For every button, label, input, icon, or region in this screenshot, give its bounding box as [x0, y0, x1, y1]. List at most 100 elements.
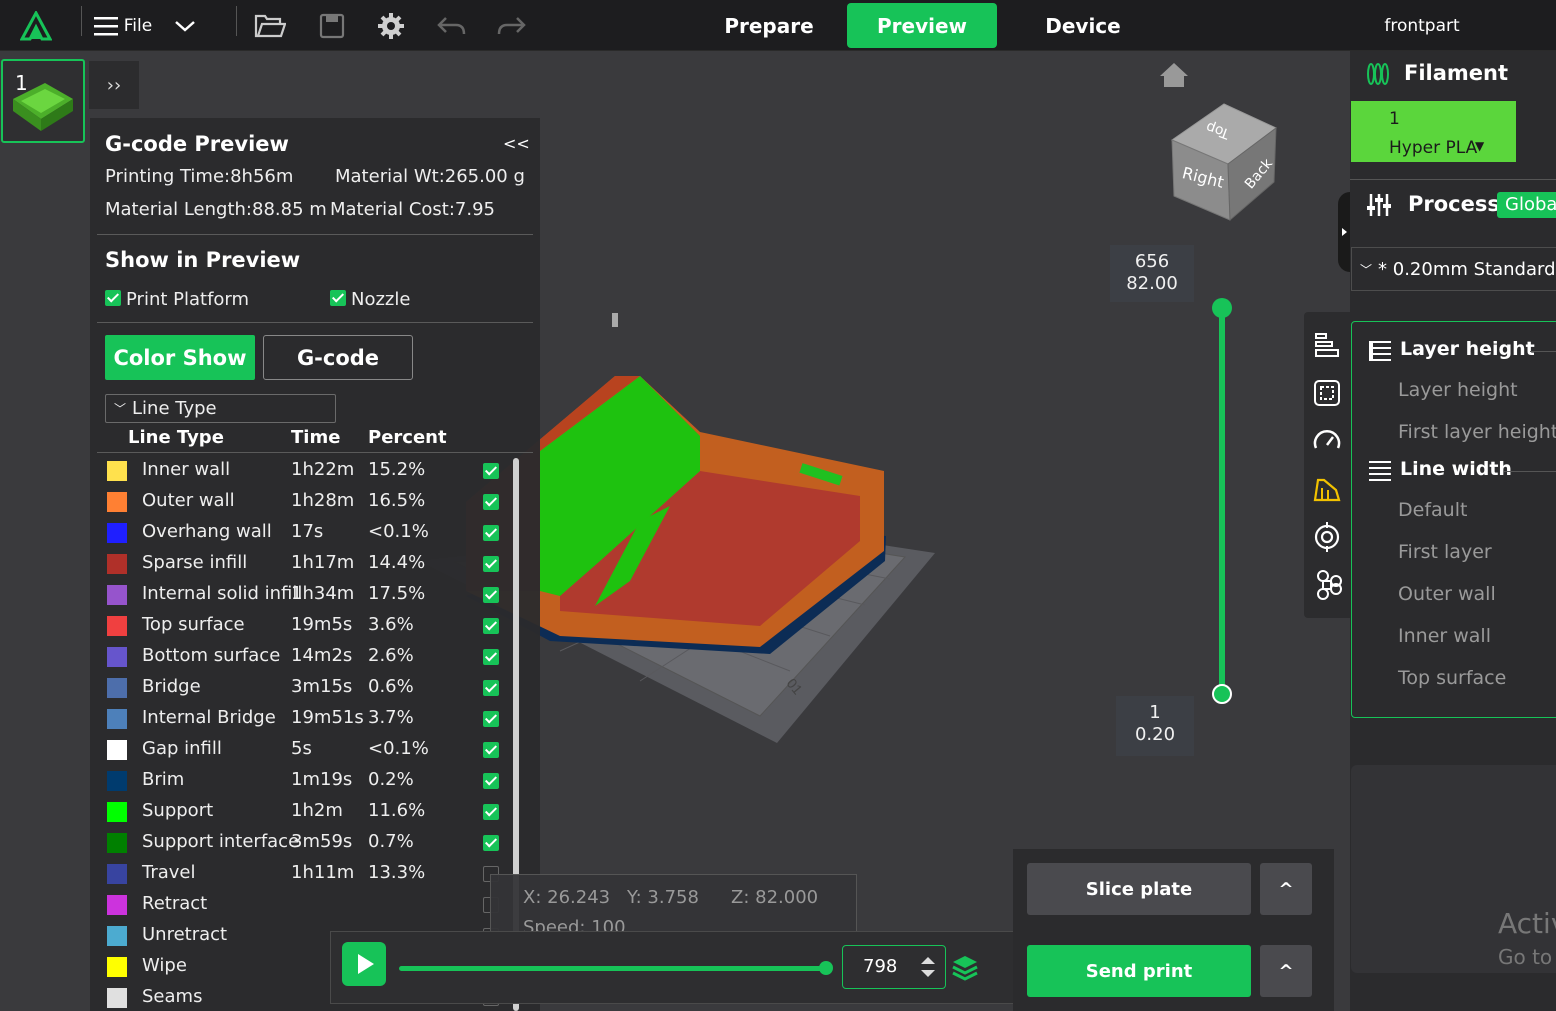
color-show-button[interactable]: Color Show	[105, 335, 255, 380]
param-outer-wall[interactable]: Outer wall	[1398, 583, 1496, 605]
sidebar-collapse-tab[interactable]	[1338, 192, 1350, 272]
plate-thumbnail[interactable]: 1	[1, 59, 85, 143]
layer-slider-track[interactable]	[1219, 308, 1225, 694]
line-type-row: Sparse infill 1h17m 14.4%	[90, 550, 530, 581]
process-global-badge[interactable]: Globa	[1497, 192, 1556, 218]
line-type-visible-checkbox[interactable]	[483, 773, 499, 789]
view-cube[interactable]: Top Right Back	[1168, 100, 1280, 222]
param-default[interactable]: Default	[1398, 499, 1467, 521]
layer-bottom-number: 1	[1149, 702, 1161, 723]
line-type-visible-checkbox[interactable]	[483, 525, 499, 541]
tab-device[interactable]: Device	[1009, 3, 1157, 48]
line-type-visible-checkbox[interactable]	[483, 680, 499, 696]
divider	[97, 322, 533, 323]
caret-down-icon: ▼	[1475, 139, 1485, 153]
menu-icon[interactable]	[90, 0, 122, 51]
line-type-visible-checkbox[interactable]	[483, 463, 499, 479]
filament-title: Filament	[1404, 61, 1509, 85]
process-preset-dropdown[interactable]: ﹀ * 0.20mm Standard	[1351, 247, 1556, 291]
app-logo-icon[interactable]	[18, 0, 54, 51]
print-platform-label: Print Platform	[126, 289, 250, 310]
gcode-button[interactable]: G-code	[263, 335, 413, 380]
line-type-row: Gap infill 5s <0.1%	[90, 736, 530, 767]
line-type-row: Retract	[90, 891, 530, 922]
panel-title: G-code Preview	[105, 132, 289, 156]
layer-slider-bottom-handle[interactable]	[1212, 684, 1232, 704]
tab-preview[interactable]: Preview	[847, 3, 997, 48]
line-type-visible-checkbox[interactable]	[483, 587, 499, 603]
top-bar: File Prepare Preview Device frontpart	[0, 0, 1556, 51]
undo-icon[interactable]	[434, 0, 468, 51]
command-key-icon[interactable]	[1312, 570, 1342, 600]
supports-icon[interactable]	[1312, 474, 1342, 504]
line-type-visible-checkbox[interactable]	[483, 618, 499, 634]
line-type-percent: 3.7%	[368, 707, 414, 728]
chevron-down-icon: ﹀	[1360, 262, 1373, 277]
line-type-percent: 14.4%	[368, 552, 426, 573]
send-options-button[interactable]: ^	[1260, 945, 1312, 997]
home-view-icon[interactable]	[1158, 60, 1190, 90]
move-slider-handle[interactable]	[819, 961, 833, 975]
line-type-time: 1h17m	[291, 552, 355, 573]
arrange-icon[interactable]	[1312, 378, 1342, 408]
param-layer-height[interactable]: Layer height	[1398, 379, 1518, 401]
slice-options-button[interactable]: ^	[1260, 863, 1312, 915]
send-print-button[interactable]: Send print	[1027, 945, 1251, 997]
layer-slider-top-handle[interactable]	[1212, 298, 1232, 318]
coord-y: Y: 3.758	[627, 887, 699, 908]
print-platform-checkbox[interactable]	[105, 290, 121, 306]
line-type-visible-checkbox[interactable]	[483, 835, 499, 851]
color-swatch	[107, 554, 127, 574]
right-sidebar: Filament 1 Hyper PLA ▼ Process Globa ﹀ *…	[1350, 51, 1556, 1011]
nozzle-marker	[612, 313, 618, 327]
color-swatch	[107, 585, 127, 605]
collapse-panel-button[interactable]: <<	[503, 134, 530, 153]
param-first-layer[interactable]: First layer	[1398, 541, 1492, 563]
filament-slot-1[interactable]: 1 Hyper PLA ▼	[1351, 101, 1516, 162]
group-layer-height: Layer height	[1400, 338, 1535, 360]
line-type-name: Internal solid infill	[142, 583, 303, 604]
stepper-arrows-icon[interactable]	[919, 954, 937, 980]
tab-prepare[interactable]: Prepare	[695, 3, 843, 48]
param-top-surface[interactable]: Top surface	[1398, 667, 1506, 689]
line-type-visible-checkbox[interactable]	[483, 711, 499, 727]
line-type-visible-checkbox[interactable]	[483, 742, 499, 758]
settings-gear-icon[interactable]	[374, 0, 408, 51]
layer-top-number: 656	[1134, 251, 1170, 272]
layer-bottom-height: 0.20	[1134, 724, 1176, 745]
open-folder-icon[interactable]	[252, 0, 288, 51]
view-type-dropdown[interactable]: ﹀ Line Type	[105, 394, 336, 423]
line-type-name: Sparse infill	[142, 552, 248, 573]
chevron-down-icon[interactable]	[170, 0, 200, 51]
target-icon[interactable]	[1312, 522, 1342, 552]
line-type-visible-checkbox[interactable]	[483, 804, 499, 820]
line-type-row: Internal solid infill 1h34m 17.5%	[90, 581, 530, 612]
play-button[interactable]	[342, 942, 386, 986]
slice-plate-button[interactable]: Slice plate	[1027, 863, 1251, 915]
expand-panel-button[interactable]: ››	[89, 61, 139, 109]
color-swatch	[107, 988, 127, 1008]
layer-top-height: 82.00	[1126, 273, 1178, 294]
line-type-percent: <0.1%	[368, 738, 429, 759]
layers-icon[interactable]	[951, 954, 979, 982]
save-icon[interactable]	[316, 0, 348, 51]
coordinates-readout: X: 26.243 Y: 3.758 Z: 82.000 Speed: 100	[490, 874, 857, 938]
divider	[97, 452, 533, 453]
material-length: Material Length:88.85 m	[105, 199, 327, 220]
param-first-layer-height[interactable]: First layer height	[1398, 421, 1556, 443]
nozzle-checkbox[interactable]	[330, 290, 346, 306]
param-inner-wall[interactable]: Inner wall	[1398, 625, 1491, 647]
speed-gauge-icon[interactable]	[1312, 426, 1342, 456]
redo-icon[interactable]	[495, 0, 529, 51]
filament-name: Hyper PLA	[1389, 138, 1478, 158]
line-type-visible-checkbox[interactable]	[483, 494, 499, 510]
line-type-visible-checkbox[interactable]	[483, 649, 499, 665]
line-type-visible-checkbox[interactable]	[483, 556, 499, 572]
line-type-time: 1h11m	[291, 862, 355, 883]
line-type-percent: 3.6%	[368, 614, 414, 635]
move-slider-track[interactable]	[399, 966, 827, 971]
move-index-field[interactable]: 798	[842, 945, 946, 989]
align-icon[interactable]	[1312, 330, 1342, 360]
file-menu[interactable]: File	[122, 0, 154, 51]
line-type-percent: 0.7%	[368, 831, 414, 852]
